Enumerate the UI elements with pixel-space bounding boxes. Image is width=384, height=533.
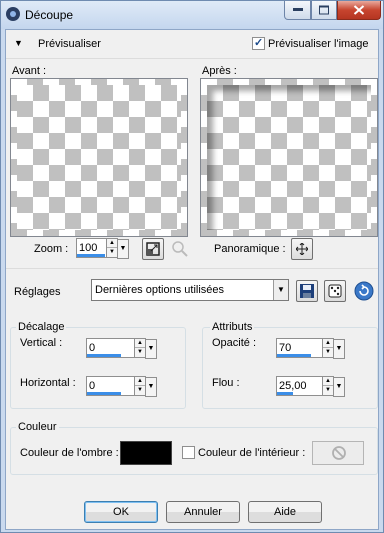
attributes-group-label: Attributs: [210, 321, 255, 333]
spin-up-icon[interactable]: ▲: [323, 339, 333, 348]
shadow-color-label: Couleur de l'ombre :: [20, 447, 119, 459]
settings-select[interactable]: Dernières options utilisées ▼: [91, 279, 289, 301]
settings-label: Réglages: [14, 286, 61, 298]
blur-label: Flou :: [212, 377, 240, 389]
chevron-down-icon[interactable]: ▼: [273, 280, 288, 300]
zoom-fit-icon: [146, 242, 160, 256]
save-preset-button[interactable]: [296, 280, 318, 302]
ok-button[interactable]: OK: [84, 501, 158, 523]
vertical-dropdown-arrow[interactable]: ▼: [145, 339, 157, 359]
minimize-icon: [292, 8, 303, 11]
opacity-dropdown-arrow[interactable]: ▼: [333, 339, 345, 359]
dialog-content: ▼ Prévisualiser Prévisualiser l'image Av…: [5, 29, 379, 530]
maximize-icon: [319, 5, 329, 15]
inner-color-swatch: [312, 441, 364, 465]
settings-value: Dernières options utilisées: [95, 284, 225, 296]
after-preview[interactable]: [200, 78, 378, 237]
zoom-fit-button[interactable]: [142, 238, 164, 260]
vertical-spinner[interactable]: 0 ▲ ▼ ▼: [86, 338, 157, 359]
pan-button[interactable]: [291, 238, 313, 260]
inner-color-checkbox[interactable]: [182, 446, 195, 459]
zoom-disabled-icon: [170, 239, 190, 259]
horizontal-label: Horizontal :: [20, 377, 76, 389]
spin-up-icon[interactable]: ▲: [323, 377, 333, 386]
inner-color-label: Couleur de l'intérieur :: [198, 447, 306, 459]
minimize-button[interactable]: [284, 1, 311, 20]
shadow-color-swatch[interactable]: [120, 441, 172, 465]
spin-down-icon[interactable]: ▼: [135, 386, 145, 395]
after-label: Après :: [202, 65, 237, 77]
save-icon: [300, 284, 314, 298]
zoom-dropdown-arrow[interactable]: ▼: [117, 239, 129, 259]
pan-label: Panoramique :: [214, 243, 286, 255]
random-button[interactable]: [324, 280, 346, 302]
collapse-icon[interactable]: ▼: [14, 38, 23, 48]
dialog-window: Découpe ▼ Prévisualiser Prévisualiser l'…: [0, 0, 384, 533]
horizontal-value: 0: [89, 380, 96, 392]
spin-down-icon[interactable]: ▼: [135, 348, 145, 357]
preview-image-checkbox-label: Prévisualiser l'image: [268, 38, 369, 50]
blur-dropdown-arrow[interactable]: ▼: [333, 377, 345, 397]
cancel-button[interactable]: Annuler: [166, 501, 240, 523]
vertical-value: 0: [89, 342, 96, 354]
move-icon: [296, 243, 308, 255]
opacity-value: 70: [279, 342, 292, 354]
zoom-value: 100: [79, 242, 98, 254]
offset-group-label: Décalage: [16, 321, 67, 333]
maximize-button[interactable]: [311, 1, 337, 20]
help-button[interactable]: Aide: [248, 501, 322, 523]
reset-icon: [354, 281, 374, 301]
divider: [6, 58, 378, 59]
zoom-spinner[interactable]: 100 ▲ ▼ ▼: [76, 238, 129, 259]
close-button[interactable]: [337, 1, 381, 20]
before-label: Avant :: [12, 65, 47, 77]
color-group-label: Couleur: [16, 421, 59, 433]
spin-down-icon[interactable]: ▼: [107, 248, 117, 257]
spin-up-icon[interactable]: ▲: [135, 339, 145, 348]
blur-value: 25,00: [279, 380, 307, 392]
window-title: Découpe: [25, 8, 74, 22]
spin-up-icon[interactable]: ▲: [135, 377, 145, 386]
app-icon: [6, 7, 20, 21]
spin-up-icon[interactable]: ▲: [107, 239, 117, 248]
disabled-icon: [332, 446, 346, 460]
dice-icon: [328, 284, 342, 298]
title-bar[interactable]: Découpe: [1, 1, 383, 29]
spin-down-icon[interactable]: ▼: [323, 348, 333, 357]
horizontal-spinner[interactable]: 0 ▲ ▼ ▼: [86, 376, 157, 397]
opacity-spinner[interactable]: 70 ▲ ▼ ▼: [276, 338, 345, 359]
reset-button[interactable]: [353, 280, 375, 302]
zoom-label: Zoom :: [34, 243, 69, 255]
vertical-label: Vertical :: [20, 337, 63, 349]
opacity-label: Opacité :: [212, 337, 257, 349]
divider: [6, 268, 378, 269]
preview-image-checkbox[interactable]: [252, 36, 265, 50]
preview-label: Prévisualiser: [38, 38, 101, 50]
blur-spinner[interactable]: 25,00 ▲ ▼ ▼: [276, 376, 345, 397]
before-preview[interactable]: [10, 78, 188, 237]
close-icon: [353, 5, 365, 15]
spin-down-icon[interactable]: ▼: [323, 386, 333, 395]
horizontal-dropdown-arrow[interactable]: ▼: [145, 377, 157, 397]
